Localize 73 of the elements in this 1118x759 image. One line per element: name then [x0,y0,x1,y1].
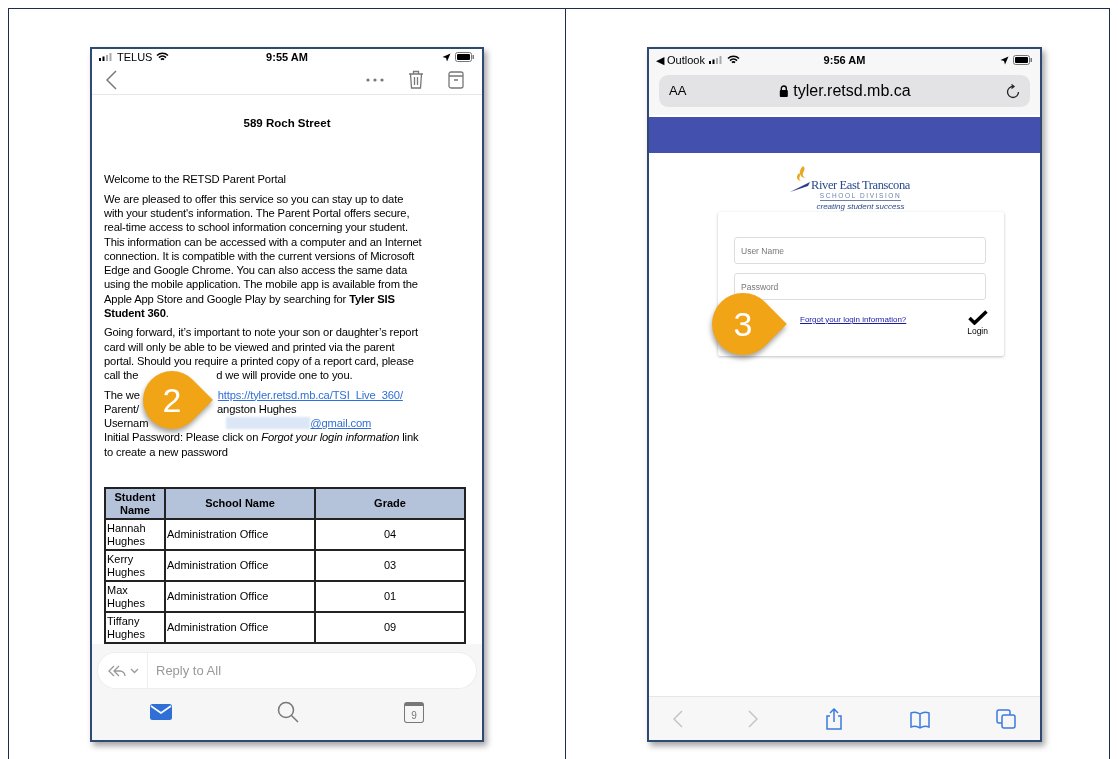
logo-name: River East Transcona [811,179,910,192]
back-to-app-link[interactable]: ◀ Outlook [656,51,705,69]
body-text: portal. Should you require a printed copy of a report card, please [104,353,414,369]
body-text: d we will provide one to you. [216,368,353,383]
table-cell: Hannah Hughes [105,519,165,550]
table-cell: Administration Office [165,550,315,581]
forgot-login-link[interactable]: Forgot your login information? [800,314,907,326]
username-field[interactable]: User Name [734,237,986,264]
body-text: Usernam [104,416,149,431]
lock-icon [778,85,789,97]
calendar-tab[interactable]: 9 [404,701,424,723]
body-text: Apple App Store and Google Play by searching for Tyler SIS [104,291,395,307]
column-header: Student Name [105,488,165,519]
text-size-button[interactable]: AA [669,81,687,101]
archive-icon[interactable] [448,70,464,89]
address-bar[interactable]: AA tyler.retsd.mb.ca [659,75,1030,107]
password-field[interactable]: Password [734,273,986,300]
body-text: Welcome to the RETSD Parent Portal [104,172,286,187]
body-text: to create a new password [104,444,228,459]
reply-all-icon[interactable] [108,664,126,677]
body-text: connection. It is compatible with the current versions of Microsoft [104,248,415,264]
carrier-name: TELUS [117,50,153,65]
table-cell: Administration Office [165,581,315,612]
body-text: call the [104,368,139,383]
table-cell: Kerry Hughes [105,550,165,581]
reply-field[interactable]: Reply to All [156,660,406,681]
battery-icon [1013,55,1033,65]
battery-icon [455,52,475,63]
location-icon [1000,55,1009,65]
body-text: Student 360. [104,306,169,321]
email-subject: 589 Roch Street [243,117,331,130]
body-text: Edge and Google Chrome. You can also access the same data [104,263,408,278]
checkmark-icon [967,310,988,325]
body-text: This information can be accessed with a computer and an Internet [104,234,422,249]
body-text: using the mobile application. The mobile app is available from the [104,277,418,292]
more-icon[interactable] [366,77,384,82]
search-tab[interactable] [277,701,299,723]
delete-icon[interactable] [408,70,424,90]
table-cell: Administration Office [165,519,315,550]
logo-tagline: creating student success [816,201,905,212]
status-time: 9:56 AM [823,52,866,68]
body-text: Parent/ [104,401,140,417]
body-text: The we [104,387,140,402]
chevron-down-icon[interactable] [130,667,139,674]
body-text: card will only be able to be viewed and printed via the parent [104,339,395,354]
body-text: Going forward, it’s important to note your son or daughter’s report [104,325,418,340]
mail-tab[interactable] [150,704,172,720]
tabs-icon[interactable] [996,708,1016,729]
signal-icon [708,56,723,64]
signal-icon [99,53,113,62]
status-time: 9:55 AM [266,50,308,65]
email-link[interactable]: https://tyler.retsd.mb.ca/TSI_Live_360/ [217,387,403,402]
body-text: with your student's information. The Parent Portal offers secure, [104,205,410,221]
email-link[interactable]: @gmail.com [310,416,372,431]
back-button[interactable] [106,69,120,90]
table-cell: 03 [315,550,465,581]
body-text: angston Hughes [217,401,297,417]
table-cell: 04 [315,519,465,550]
login-button[interactable]: Login [967,310,988,338]
column-header: Grade [315,488,465,519]
share-icon[interactable] [823,707,844,730]
column-header: School Name [165,488,315,519]
wifi-icon [156,52,170,63]
reply-bar[interactable]: Reply to All [98,653,476,688]
url-text: tyler.retsd.mb.ca [793,81,911,101]
body-text: Initial Password: Please click on Forgot your login information link [104,430,419,445]
wifi-icon [726,55,740,65]
table-cell: Max Hughes [105,581,165,612]
table-cell: 01 [315,581,465,612]
body-text: real-time access to school information concerning your student. [104,220,408,235]
reload-icon[interactable] [1006,83,1020,99]
body-text: We are pleased to offer this service so you can stay up to date [104,191,404,206]
location-icon [442,52,451,62]
